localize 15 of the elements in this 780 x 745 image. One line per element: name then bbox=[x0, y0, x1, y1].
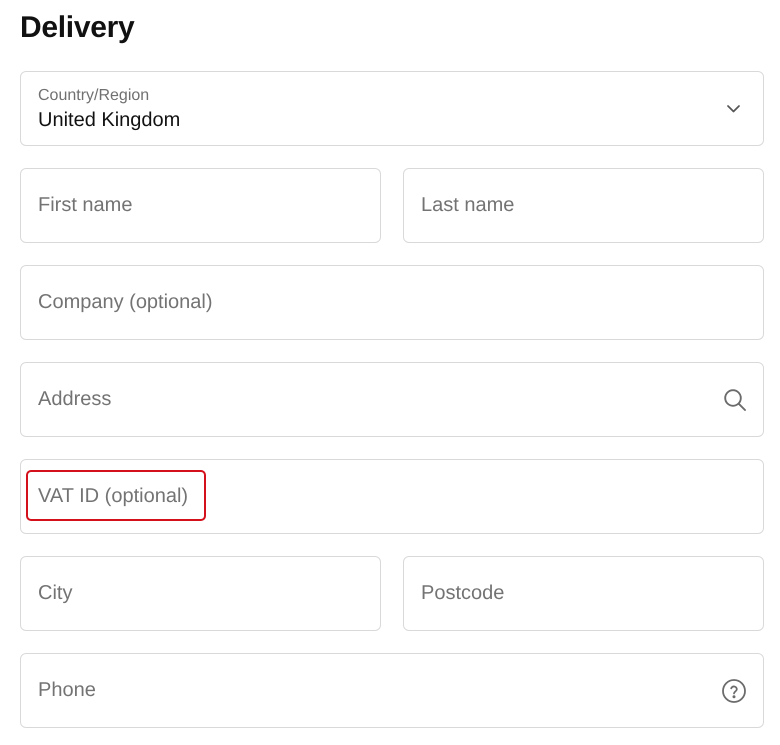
chevron-down-icon bbox=[727, 104, 740, 112]
input-field[interactable]: Address bbox=[20, 362, 764, 437]
search-icon[interactable] bbox=[724, 388, 746, 410]
country-select[interactable]: Country/Region United Kingdom bbox=[20, 71, 764, 146]
input-field[interactable]: City bbox=[20, 556, 381, 631]
input-field[interactable]: First name bbox=[20, 168, 381, 243]
input-field[interactable]: VAT ID (optional) bbox=[20, 459, 764, 534]
select-value: United Kingdom bbox=[38, 108, 180, 132]
select-label: Country/Region bbox=[38, 86, 150, 104]
help-icon[interactable] bbox=[722, 678, 746, 702]
input-field[interactable]: Phone bbox=[20, 653, 764, 728]
input-field[interactable]: Postcode bbox=[403, 556, 764, 631]
section-heading: Delivery bbox=[20, 10, 134, 46]
input-field[interactable]: Company (optional) bbox=[20, 265, 764, 340]
input-field[interactable]: Last name bbox=[403, 168, 764, 243]
